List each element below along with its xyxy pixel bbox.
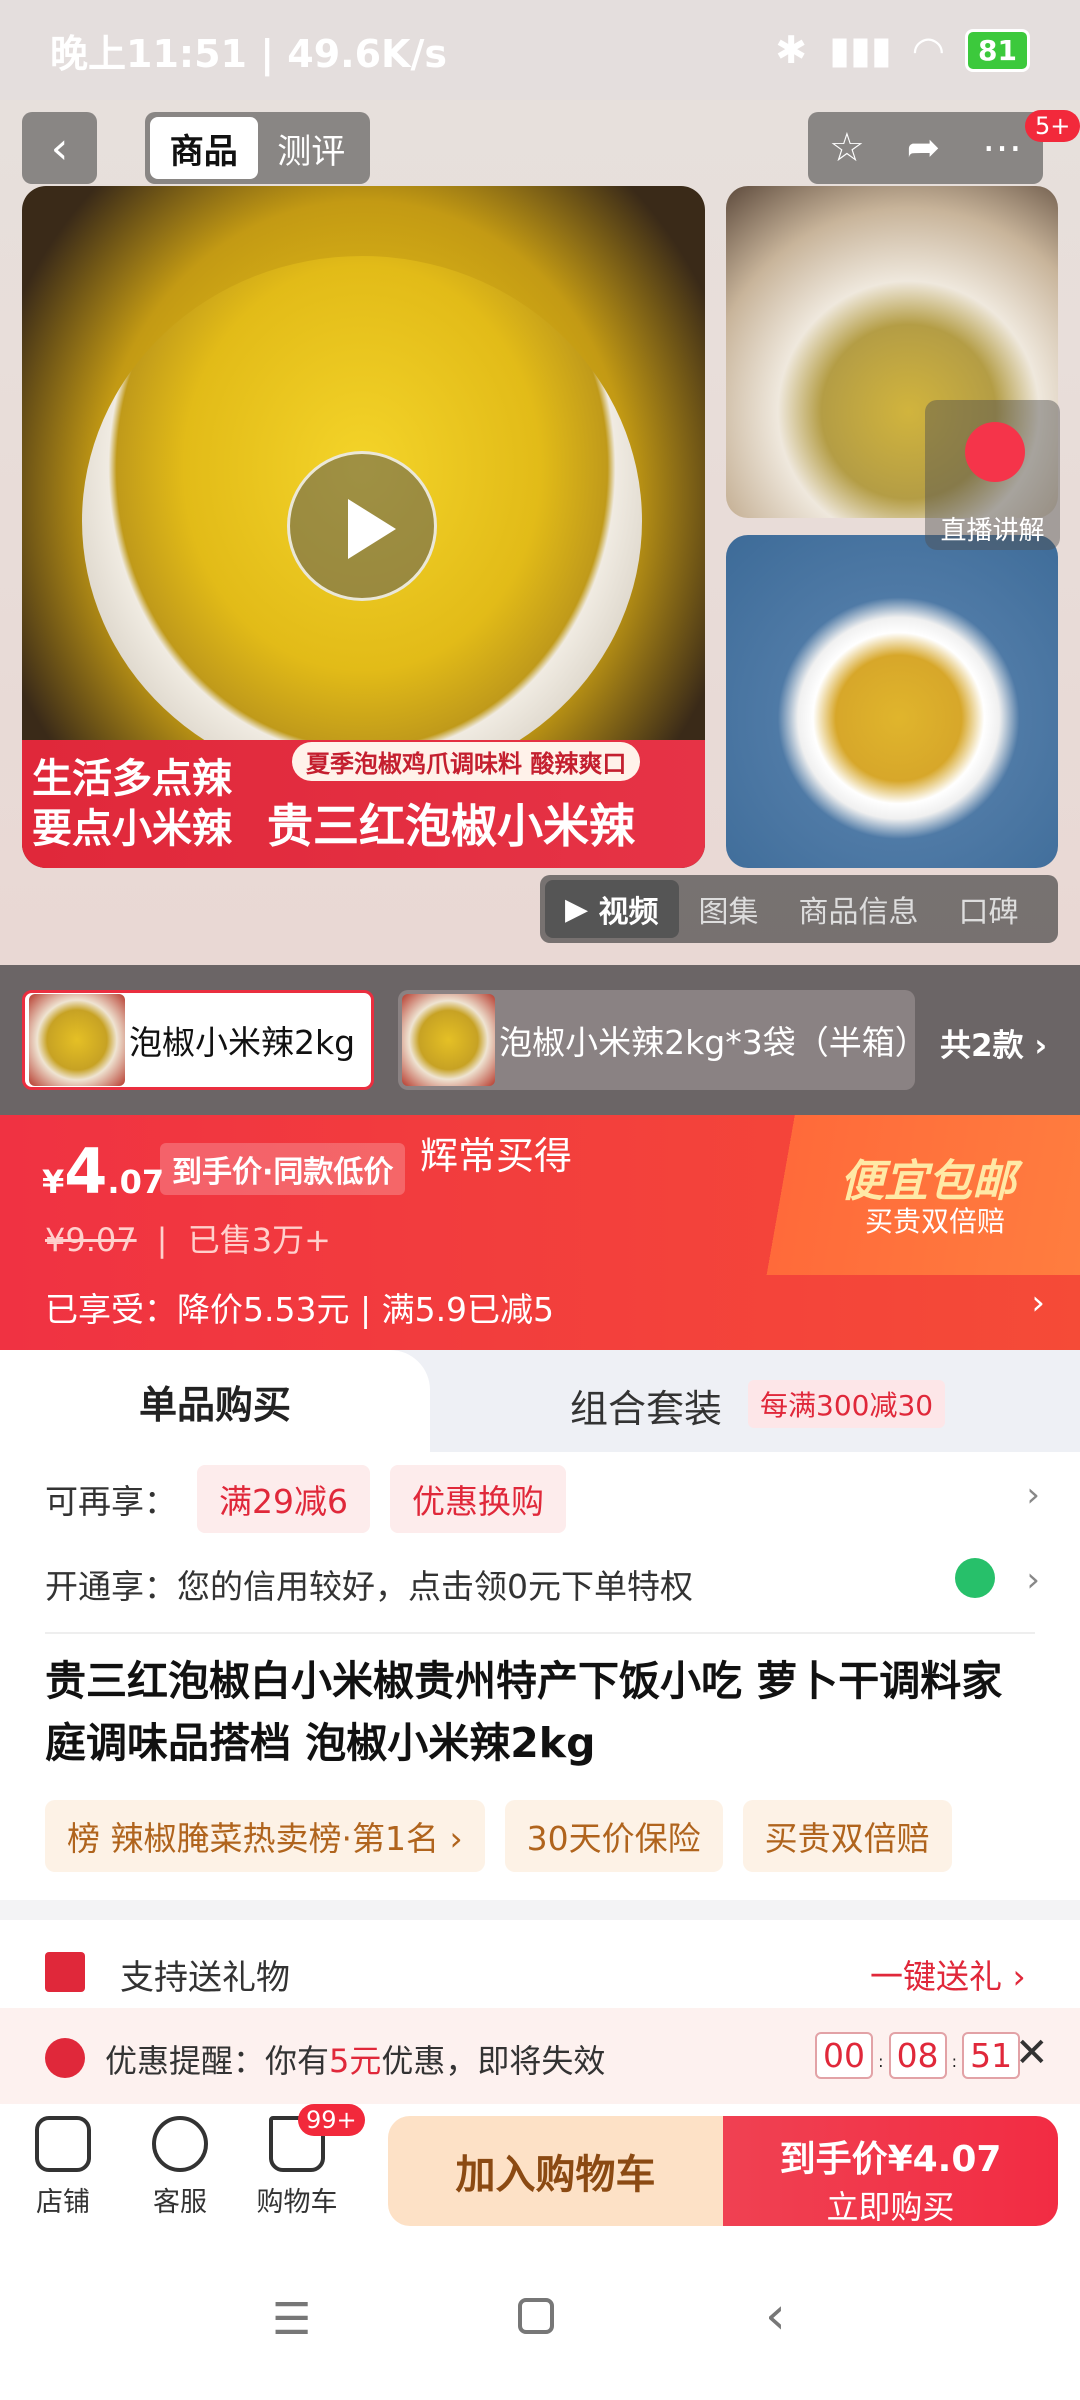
gift-label: 支持送礼物 <box>120 1958 290 1998</box>
main-product-video[interactable]: 夏季泡椒鸡爪调味料 酸辣爽口 生活多点辣 要点小米辣 贵三红泡椒小米辣 <box>22 186 705 868</box>
tab-single-buy[interactable]: 单品购买 <box>0 1350 430 1452</box>
ranking-tag[interactable]: 榜 辣椒腌菜热卖榜·第1名 › <box>45 1800 485 1872</box>
sku-thumb <box>402 994 496 1086</box>
coupon-reminder: 优惠提醒：你有5元优惠，即将失效 00 : 08 : 51 ✕ <box>0 2008 1080 2104</box>
sku-count[interactable]: 共2款 › <box>940 1020 1047 1065</box>
gallery-thumb-2[interactable] <box>726 535 1058 868</box>
play-icon[interactable] <box>287 451 437 601</box>
gift-row[interactable]: 支持送礼物 一键送礼 › <box>0 1930 1080 2010</box>
battery-indicator: 81 <box>965 28 1030 72</box>
live-icon <box>965 422 1025 482</box>
tab-reputation[interactable]: 口碑 <box>939 880 1039 938</box>
chat-icon <box>152 2116 208 2172</box>
system-nav-bar: ☰ ‹ <box>0 2234 1080 2400</box>
home-icon[interactable] <box>518 2298 554 2334</box>
promo-subtitle: 买贵双倍赔 <box>865 1205 1006 1238</box>
bluetooth-icon: ✱ <box>775 28 808 72</box>
wifi-icon: ◠ <box>913 28 944 72</box>
banner-title: 贵三红泡椒小米辣 <box>267 799 635 853</box>
benefits-row[interactable]: 可再享： 满29减6 优惠换购 <box>45 1465 566 1533</box>
status-time: 晚上11:51 | 49.6K/s <box>50 31 447 76</box>
tab-info[interactable]: 商品信息 <box>779 880 939 938</box>
image-banner: 夏季泡椒鸡爪调味料 酸辣爽口 生活多点辣 要点小米辣 贵三红泡椒小米辣 <box>22 740 705 868</box>
sku-option-1[interactable]: 泡椒小米辣2kg <box>22 990 374 1090</box>
share-icon[interactable]: ➦ <box>907 125 941 171</box>
section-divider <box>0 1900 1080 1920</box>
media-tabs: ▶ 视频 图集 商品信息 口碑 <box>540 875 1058 943</box>
product-title: 贵三红泡椒白小米椒贵州特产下饭小吃 萝卜干调料家庭调味品搭档 泡椒小米辣2kg <box>45 1657 1003 1767</box>
coupon-chip-1[interactable]: 满29减6 <box>197 1465 370 1533</box>
price-panel: ¥4.07 到手价·同款低价 辉常买得 ¥9.07 | 已售3万+ 已享受：降价5… <box>0 1115 1080 1350</box>
credit-text: 开通享：您的信用较好，点击领0元下单特权 <box>45 1567 693 1606</box>
add-to-cart-button[interactable]: 加入购物车 <box>388 2116 723 2226</box>
banner-slogan: 生活多点辣 要点小米辣 <box>32 756 232 852</box>
tab-video[interactable]: ▶ 视频 <box>545 880 679 938</box>
favorite-icon[interactable]: ☆ <box>829 125 865 171</box>
sku-option-2[interactable]: 泡椒小米辣2kg*3袋（半箱） <box>398 990 928 1090</box>
back-button[interactable]: ‹ <box>22 112 97 184</box>
live-explain-button[interactable]: 直播讲解 <box>925 400 1060 550</box>
price-value: ¥4.07 <box>42 1135 165 1208</box>
benefits-label: 可再享： <box>45 1482 177 1521</box>
free-shipping-promo[interactable]: 便宜包邮 买贵双倍赔 <box>760 1115 1080 1275</box>
live-label: 直播讲解 <box>940 516 1045 546</box>
sku-thumb <box>29 994 125 1086</box>
chevron-right-icon[interactable]: › <box>1026 1475 1040 1515</box>
coupon-chip-2[interactable]: 优惠换购 <box>390 1465 566 1533</box>
price-protect-tag[interactable]: 30天价保险 <box>504 1800 723 1872</box>
chevron-right-icon[interactable]: › <box>1026 1560 1040 1600</box>
shop-icon <box>35 2116 91 2172</box>
sku-label: 泡椒小米辣2kg*3袋（半箱） <box>499 1023 928 1062</box>
shop-button[interactable]: 店铺 <box>18 2116 108 2219</box>
banner-subtitle: 夏季泡椒鸡爪调味料 酸辣爽口 <box>292 742 641 781</box>
buy-price: 到手价¥4.07 <box>779 2139 1002 2180</box>
top-actions: ☆ ➦ ⋯ <box>808 112 1043 184</box>
top-tabs: 商品 测评 <box>145 112 370 184</box>
signal-icon: ▮▮▮ <box>829 28 892 72</box>
chevron-right-icon[interactable]: › <box>1031 1283 1045 1323</box>
buy-label: 立即购买 <box>826 2188 955 2226</box>
clock-icon <box>45 2038 85 2078</box>
double-refund-tag[interactable]: 买贵双倍赔 <box>742 1800 952 1872</box>
divider <box>45 1632 1035 1634</box>
cart-badge: 99+ <box>298 2104 365 2136</box>
close-icon[interactable]: ✕ <box>1015 2030 1049 2076</box>
sku-selector: 泡椒小米辣2kg 泡椒小米辣2kg*3袋（半箱） 共2款 › <box>0 965 1080 1115</box>
countdown-timer: 00 : 08 : 51 <box>815 2032 1021 2079</box>
gift-icon <box>45 1952 85 1992</box>
gift-action[interactable]: 一键送礼 › <box>870 1950 1026 1998</box>
credit-row[interactable]: 开通享：您的信用较好，点击领0元下单特权 <box>45 1560 693 1608</box>
tab-review[interactable]: 测评 <box>258 117 366 179</box>
sku-label: 泡椒小米辣2kg <box>129 1023 356 1062</box>
product-tags: 榜 辣椒腌菜热卖榜·第1名 › 30天价保险 买贵双倍赔 <box>45 1800 952 1872</box>
service-button[interactable]: 客服 <box>135 2116 225 2219</box>
price-overlay-text: 辉常买得 <box>420 1134 573 1178</box>
buy-mode-tabs: 单品购买 组合套装 每满300减30 <box>0 1350 1080 1452</box>
tab-combo[interactable]: 组合套装 <box>570 1378 722 1433</box>
reminder-text: 优惠提醒：你有5元优惠，即将失效 <box>105 2042 606 2080</box>
buy-now-button[interactable]: 到手价¥4.07 立即购买 <box>723 2116 1058 2226</box>
bag-icon <box>955 1558 995 1598</box>
menu-icon[interactable]: ☰ <box>272 2294 311 2345</box>
back-nav-icon[interactable]: ‹ <box>765 2286 786 2346</box>
tab-gallery[interactable]: 图集 <box>679 880 779 938</box>
status-bar: 晚上11:51 | 49.6K/s ✱ ▮▮▮ ◠ 81 <box>0 0 1080 100</box>
tab-goods[interactable]: 商品 <box>150 117 258 179</box>
bottom-action-bar: 店铺 客服 购物车 99+ 加入购物车 到手价¥4.07 立即购买 <box>0 2104 1080 2234</box>
price-tag: 到手价·同款低价 <box>160 1143 406 1195</box>
more-icon[interactable]: ⋯ <box>982 125 1022 171</box>
discount-summary[interactable]: 已享受：降价5.53元 | 满5.9已减5 <box>45 1283 554 1331</box>
message-badge: 5+ <box>1025 110 1080 142</box>
combo-tag: 每满300减30 <box>748 1380 946 1428</box>
original-price-row: ¥9.07 | 已售3万+ <box>45 1221 331 1259</box>
